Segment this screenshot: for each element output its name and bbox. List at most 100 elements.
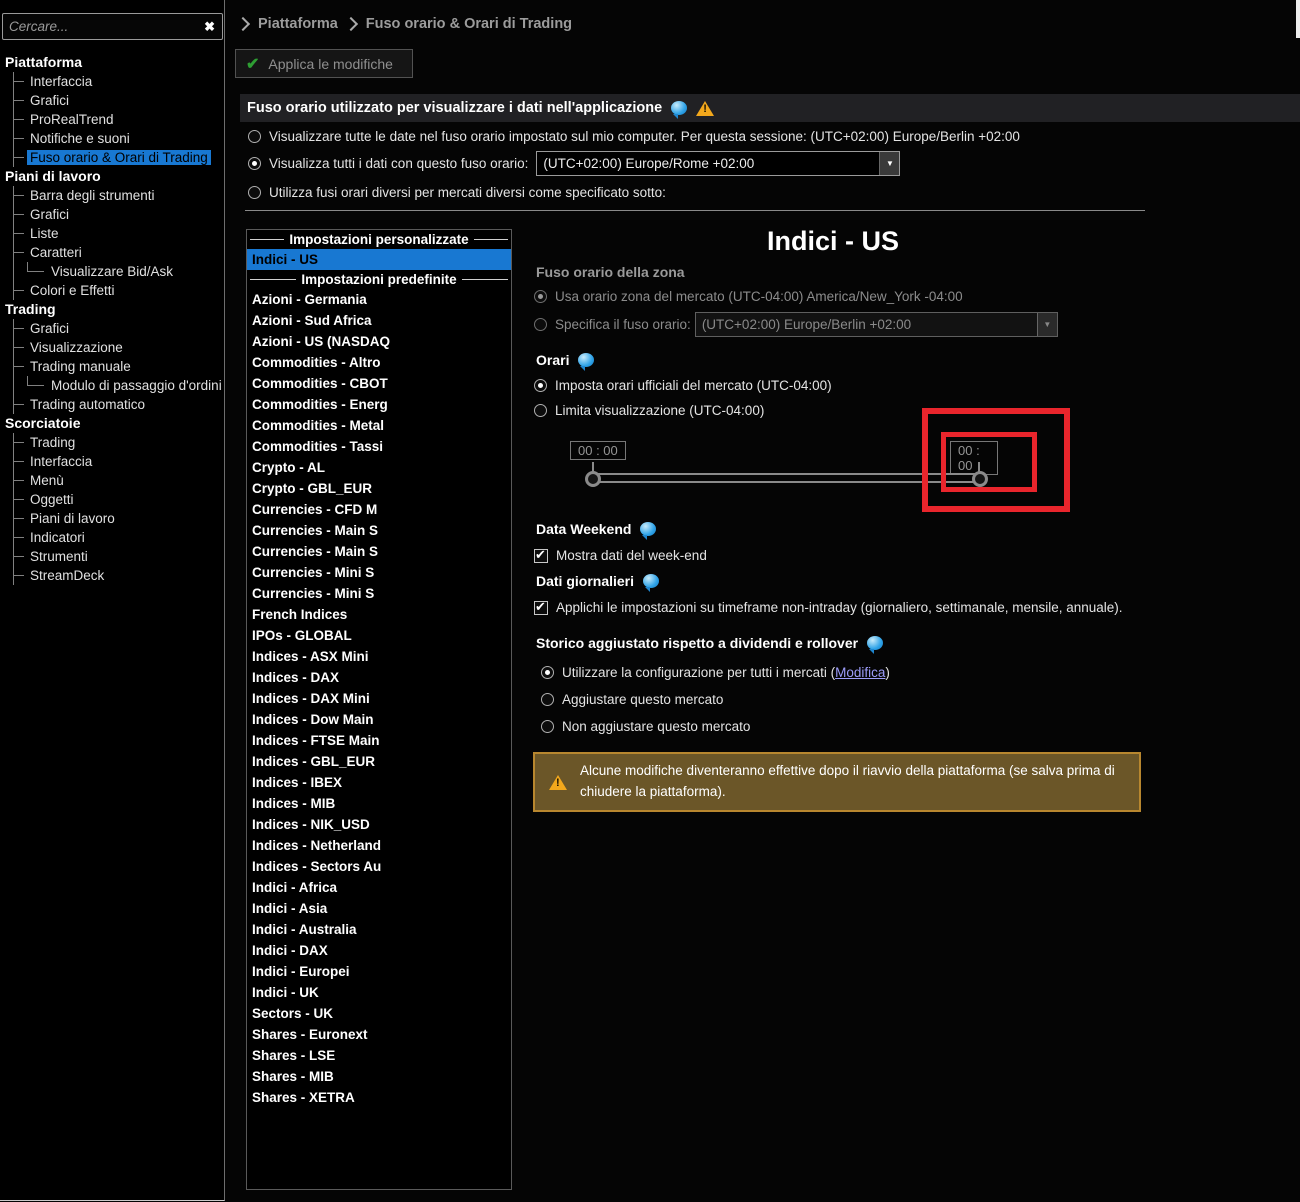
- market-list-item[interactable]: French Indices: [247, 604, 511, 625]
- market-list-item[interactable]: Indices - Dow Main: [247, 709, 511, 730]
- start-handle[interactable]: [585, 471, 601, 487]
- sidebar-item[interactable]: Trading: [14, 433, 223, 452]
- radio-icon[interactable]: [541, 666, 554, 679]
- tz-option-computer[interactable]: Visualizzare tutte le date nel fuso orar…: [248, 129, 1020, 144]
- hours-option-official[interactable]: Imposta orari ufficiali del mercato (UTC…: [534, 378, 832, 393]
- zone-option-market[interactable]: Usa orario zona del mercato (UTC-04:00) …: [534, 289, 963, 304]
- tz-option-per-market[interactable]: Utilizza fusi orari diversi per mercati …: [248, 185, 666, 200]
- market-list-item[interactable]: Indici - UK: [247, 982, 511, 1003]
- market-list-item[interactable]: Crypto - AL: [247, 457, 511, 478]
- clear-search-icon[interactable]: ✖: [197, 19, 222, 35]
- sidebar-section[interactable]: Scorciatoie: [5, 414, 223, 433]
- sidebar-item[interactable]: Grafici: [14, 319, 223, 338]
- radio-icon[interactable]: [541, 693, 554, 706]
- sidebar-section[interactable]: Trading: [5, 300, 223, 319]
- radio-icon[interactable]: [248, 157, 261, 170]
- market-list-item[interactable]: Commodities - Metal: [247, 415, 511, 436]
- sidebar-item[interactable]: Interfaccia: [14, 452, 223, 471]
- sidebar-item[interactable]: ProRealTrend: [14, 110, 223, 129]
- zone-option-custom[interactable]: Specifica il fuso orario: (UTC+02:00) Eu…: [534, 312, 1058, 337]
- dropdown-arrow-icon[interactable]: ▼: [879, 152, 900, 175]
- market-list-item[interactable]: Indici - Europei: [247, 961, 511, 982]
- hours-option-limit[interactable]: Limita visualizzazione (UTC-04:00): [534, 403, 764, 418]
- breadcrumb-item[interactable]: Piattaforma: [258, 16, 338, 32]
- sidebar-item[interactable]: Colori e Effetti: [14, 281, 223, 300]
- apply-changes-button[interactable]: ✔ Applica le modifiche: [235, 49, 413, 78]
- breadcrumb-item[interactable]: Fuso orario & Orari di Trading: [366, 16, 572, 32]
- market-list-item[interactable]: Indices - Sectors Au: [247, 856, 511, 877]
- market-list-item[interactable]: Shares - LSE: [247, 1045, 511, 1066]
- sidebar-section[interactable]: Piani di lavoro: [5, 167, 223, 186]
- market-list-item[interactable]: Indici - US: [247, 249, 511, 270]
- radio-icon[interactable]: [534, 404, 547, 417]
- history-option-global[interactable]: Utilizzare la configurazione per tutti i…: [541, 665, 890, 680]
- market-list-item[interactable]: Crypto - GBL_EUR: [247, 478, 511, 499]
- sidebar-item[interactable]: Strumenti: [14, 547, 223, 566]
- market-list-item[interactable]: Azioni - Germania: [247, 289, 511, 310]
- market-list-item[interactable]: Indices - GBL_EUR: [247, 751, 511, 772]
- sidebar-item[interactable]: Visualizzare Bid/Ask: [14, 262, 223, 281]
- market-list-item[interactable]: Indici - Australia: [247, 919, 511, 940]
- market-list-item[interactable]: Commodities - Altro: [247, 352, 511, 373]
- sidebar-item[interactable]: Trading manuale: [14, 357, 223, 376]
- checkbox-icon[interactable]: [534, 547, 548, 563]
- market-list-item[interactable]: Shares - Euronext: [247, 1024, 511, 1045]
- search-input[interactable]: [3, 19, 198, 34]
- market-list-item[interactable]: Azioni - Sud Africa: [247, 310, 511, 331]
- market-list-item[interactable]: Indices - FTSE Main: [247, 730, 511, 751]
- sidebar-item[interactable]: Piani di lavoro: [14, 509, 223, 528]
- market-list-item[interactable]: Indices - NIK_USD: [247, 814, 511, 835]
- market-list-item[interactable]: Indices - DAX Mini: [247, 688, 511, 709]
- zone-timezone-select[interactable]: (UTC+02:00) Europe/Berlin +02:00 ▼: [694, 312, 1058, 337]
- sidebar-item[interactable]: Menù: [14, 471, 223, 490]
- dropdown-arrow-icon[interactable]: ▼: [1036, 313, 1057, 336]
- sidebar-item[interactable]: Visualizzazione: [14, 338, 223, 357]
- radio-icon[interactable]: [534, 379, 547, 392]
- radio-icon[interactable]: [248, 186, 261, 199]
- market-list-item[interactable]: Indices - Netherland: [247, 835, 511, 856]
- sidebar-item[interactable]: Grafici: [14, 91, 223, 110]
- tz-option-single[interactable]: Visualizza tutti i dati con questo fuso …: [248, 151, 901, 176]
- sidebar-section[interactable]: Piattaforma: [5, 53, 223, 72]
- radio-icon[interactable]: [541, 720, 554, 733]
- market-list-item[interactable]: Indices - IBEX: [247, 772, 511, 793]
- sidebar-item[interactable]: Trading automatico: [14, 395, 223, 414]
- market-list-item[interactable]: Commodities - CBOT: [247, 373, 511, 394]
- market-list-item[interactable]: Currencies - Mini S: [247, 562, 511, 583]
- market-list-item[interactable]: Indici - Africa: [247, 877, 511, 898]
- history-option-adjust[interactable]: Aggiustare questo mercato: [541, 692, 723, 707]
- market-list-item[interactable]: Sectors - UK: [247, 1003, 511, 1024]
- sidebar-item[interactable]: Notifiche e suoni: [14, 129, 223, 148]
- checkbox-icon[interactable]: [534, 599, 548, 615]
- sidebar-item[interactable]: Oggetti: [14, 490, 223, 509]
- radio-icon[interactable]: [534, 318, 547, 331]
- sidebar-item[interactable]: Barra degli strumenti: [14, 186, 223, 205]
- market-list-item[interactable]: Commodities - Energ: [247, 394, 511, 415]
- market-list-item[interactable]: Currencies - Mini S: [247, 583, 511, 604]
- daily-checkbox-row[interactable]: Applichi le impostazioni su timeframe no…: [534, 599, 1123, 615]
- market-list-item[interactable]: Currencies - Main S: [247, 541, 511, 562]
- market-list-item[interactable]: Shares - XETRA: [247, 1087, 511, 1108]
- sidebar-item[interactable]: Caratteri: [14, 243, 223, 262]
- modifica-link[interactable]: Modifica: [835, 665, 885, 680]
- market-list-item[interactable]: IPOs - GLOBAL: [247, 625, 511, 646]
- sidebar-item[interactable]: Indicatori: [14, 528, 223, 547]
- sidebar-item[interactable]: Interfaccia: [14, 72, 223, 91]
- market-list-item[interactable]: Indici - Asia: [247, 898, 511, 919]
- market-list-item[interactable]: Azioni - US (NASDAQ: [247, 331, 511, 352]
- market-list-item[interactable]: Shares - MIB: [247, 1066, 511, 1087]
- market-list-item[interactable]: Indices - DAX: [247, 667, 511, 688]
- market-list-item[interactable]: Currencies - CFD M: [247, 499, 511, 520]
- sidebar-item[interactable]: Fuso orario & Orari di Trading: [14, 148, 223, 167]
- market-list-item[interactable]: Indices - ASX Mini: [247, 646, 511, 667]
- timezone-select[interactable]: (UTC+02:00) Europe/Rome +02:00 ▼: [536, 151, 901, 176]
- radio-icon[interactable]: [534, 290, 547, 303]
- sidebar-item[interactable]: StreamDeck: [14, 566, 223, 585]
- market-list-item[interactable]: Commodities - Tassi: [247, 436, 511, 457]
- weekend-checkbox-row[interactable]: Mostra dati del week-end: [534, 547, 707, 563]
- start-time-box[interactable]: 00 : 00: [570, 441, 626, 460]
- history-option-no-adjust[interactable]: Non aggiustare questo mercato: [541, 719, 750, 734]
- market-list-item[interactable]: Currencies - Main S: [247, 520, 511, 541]
- sidebar-item[interactable]: Modulo di passaggio d'ordini: [14, 376, 223, 395]
- sidebar-item[interactable]: Grafici: [14, 205, 223, 224]
